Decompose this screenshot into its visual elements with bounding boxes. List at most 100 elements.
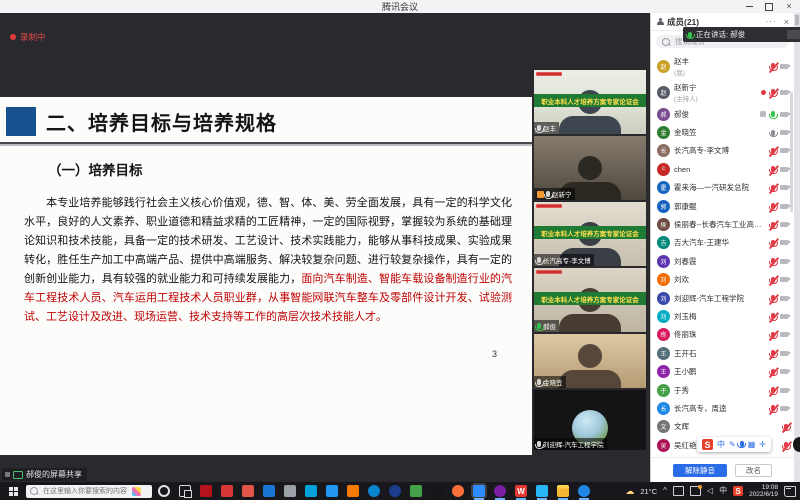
notification-center-icon[interactable] [784,486,796,497]
app-blue-icon[interactable] [263,485,275,497]
video-tile[interactable]: 职业本科人才培养方案专家论证会 郝俊 [534,268,646,332]
video-tile[interactable]: 职业本科人才培养方案专家论证会 赵丰 [534,70,646,134]
member-mic-icon[interactable] [771,111,775,117]
member-mic-icon[interactable] [771,222,775,228]
member-camera-icon[interactable] [780,259,788,264]
member-row[interactable]: 吉 吉大汽车-王建华 [651,234,794,252]
member-row[interactable]: 刘 刘玉梅 [651,307,794,325]
member-camera-icon[interactable] [780,351,788,356]
panel-more-button[interactable]: ··· [766,17,777,26]
firefox-icon[interactable] [452,485,464,497]
ime-moon-icon[interactable] [793,437,800,452]
ime-keyboard-icon[interactable]: ▦ [748,441,756,449]
maximize-button[interactable] [764,2,774,12]
wps-icon[interactable]: W [515,485,527,497]
member-camera-icon[interactable] [780,277,788,282]
member-camera-icon[interactable] [780,148,788,153]
member-row[interactable]: 文 文辉 [651,418,794,436]
app-red-media-icon[interactable] [200,485,212,497]
browser-icon[interactable] [578,485,590,497]
member-row[interactable]: 佟 佟丽珠 [651,326,794,344]
app-teal-icon[interactable] [305,485,317,497]
search-highlight-icon[interactable] [132,487,141,496]
ime-toolbar[interactable]: S 中 ✎ ▦ ✛ [697,437,771,452]
member-list[interactable]: 赵 赵丰 (我) 赵 赵新宁 (主持人) 郝 郝俊 [651,52,794,457]
app-green-cloud-icon[interactable] [410,485,422,497]
member-mic-icon[interactable] [771,350,775,356]
app-photos-icon[interactable] [326,485,338,497]
ime-toolbox-icon[interactable]: ✛ [759,441,766,449]
app-purple-icon[interactable] [494,485,506,497]
member-camera-icon[interactable] [780,130,788,135]
file-explorer-icon[interactable] [557,485,569,497]
member-mic-icon[interactable] [771,63,775,69]
rename-button[interactable]: 改名 [735,464,772,477]
member-camera-icon[interactable] [780,240,788,245]
member-camera-icon[interactable] [780,406,788,411]
member-mic-icon[interactable] [784,424,788,430]
member-mic-icon[interactable] [771,130,775,136]
member-row[interactable]: 王 王开石 [651,344,794,362]
tray-expand-icon[interactable]: ^ [663,487,667,495]
member-mic-icon[interactable] [771,89,775,95]
tray-display-icon[interactable] [673,486,684,496]
member-row[interactable]: 赵 赵新宁 (主持人) [651,79,794,105]
app-lightblue-icon[interactable] [536,485,548,497]
video-tile[interactable]: 刘迎辉-汽车工程学院 [534,390,646,450]
cortana-icon[interactable] [158,485,170,497]
app-grey-mic-icon[interactable] [284,485,296,497]
member-mic-icon[interactable] [771,405,775,411]
ime-lang-icon[interactable]: 中 [717,441,725,449]
member-row[interactable]: 侯 侯丽春--长春汽车工业高等专科学校 [651,215,794,233]
member-camera-icon[interactable] [780,332,788,337]
member-mic-icon[interactable] [771,185,775,191]
member-mic-icon[interactable] [771,332,775,338]
member-mic-icon[interactable] [771,240,775,246]
app-orange-icon[interactable] [347,485,359,497]
edge-icon[interactable] [368,485,380,497]
tencent-meeting-icon[interactable] [473,485,485,497]
weather-temperature[interactable]: 21°C [640,487,657,496]
qq-icon[interactable] [431,485,443,497]
share-pin-icon[interactable] [5,472,10,477]
sogou-logo-icon[interactable]: S [702,439,713,450]
member-row[interactable]: 金 金晓笠 [651,123,794,141]
member-camera-icon[interactable] [780,204,788,209]
member-camera-icon[interactable] [780,90,788,95]
app-navy-icon[interactable] [389,485,401,497]
task-view-icon[interactable] [179,485,191,497]
member-row[interactable]: 长 长汽高专，周逵 [651,399,794,417]
weather-icon[interactable]: ☁ [625,486,634,497]
member-mic-icon[interactable] [771,148,775,154]
tray-ime-lang[interactable]: 中 [719,487,727,495]
app-red-light-icon[interactable] [242,485,254,497]
video-tile[interactable]: 金晓笠 [534,334,646,388]
member-row[interactable]: 长 长汽高专-李文博 [651,142,794,160]
member-row[interactable]: 刘 刘欢 [651,271,794,289]
panel-collapse-handle[interactable] [795,15,799,25]
member-camera-icon[interactable] [780,112,788,117]
member-mic-icon[interactable] [771,295,775,301]
app-red-icon[interactable] [221,485,233,497]
panel-close-button[interactable]: × [784,17,789,27]
video-tile[interactable]: 职业本科人才培养方案专家论证会 长汽高专-李文博 [534,202,646,266]
close-button[interactable]: × [784,2,794,12]
member-row[interactable]: 刘 刘迎辉-汽车工程学院 [651,289,794,307]
member-row[interactable]: 郭 郭康鲲 [651,197,794,215]
member-camera-icon[interactable] [780,222,788,227]
unmute-all-button[interactable]: 解除静音 [673,464,727,477]
tray-sogou-icon[interactable]: S [733,486,743,496]
member-camera-icon[interactable] [780,296,788,301]
member-row[interactable]: 于 于秀 [651,381,794,399]
member-row[interactable]: 刘 刘春霞 [651,252,794,270]
member-camera-icon[interactable] [780,185,788,190]
start-button[interactable] [0,482,26,500]
member-mic-icon[interactable] [771,369,775,375]
taskbar-search-box[interactable] [26,485,152,498]
member-row[interactable]: 赵 赵丰 (我) [651,53,794,79]
minimize-button[interactable] [744,2,754,12]
video-tile[interactable]: 赵新宁 [534,136,646,200]
member-camera-icon[interactable] [780,388,788,393]
member-row[interactable]: c chen [651,160,794,178]
member-mic-icon[interactable] [771,387,775,393]
